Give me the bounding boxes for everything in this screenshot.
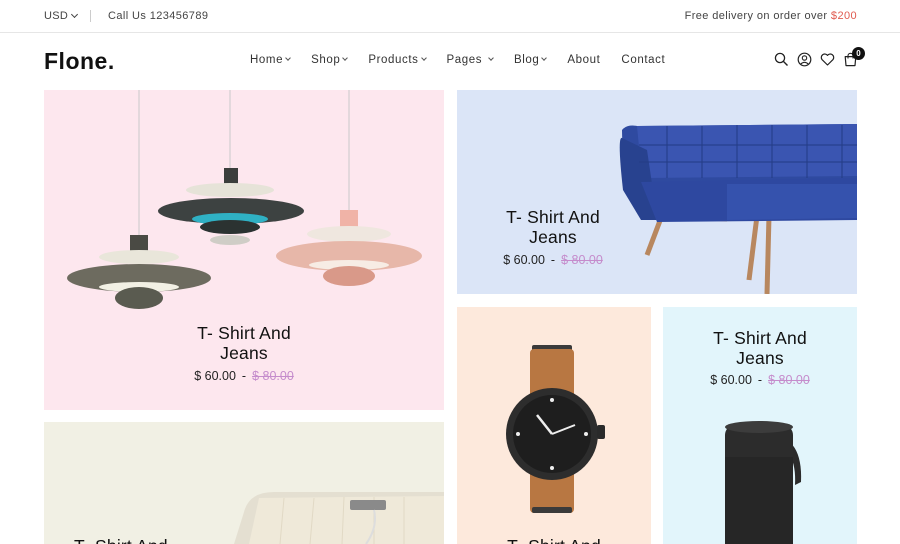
product-title[interactable]: T- Shirt And Jeans xyxy=(690,328,830,368)
current-price: $ 60.00 xyxy=(194,369,236,383)
price-separator: - xyxy=(550,253,556,267)
product-title-line2: Jeans xyxy=(736,348,784,368)
heart-icon[interactable] xyxy=(820,52,835,67)
chevron-down-icon xyxy=(342,55,349,61)
price-separator: - xyxy=(757,373,763,387)
nav-shop-label: Shop xyxy=(311,54,341,66)
product-price: $ 60.00- $ 80.00 xyxy=(483,253,623,267)
product-title-line1: T- Shirt And xyxy=(506,207,600,227)
product-card-watch[interactable]: T- Shirt And xyxy=(457,307,651,544)
product-card-lamps[interactable]: T- Shirt And Jeans $ 60.00- $ 80.00 xyxy=(44,90,444,410)
pendant-lamps-image xyxy=(67,90,422,309)
product-title-line1: T- Shirt And xyxy=(713,328,807,348)
table-image xyxy=(234,492,444,544)
currency-selector[interactable]: USD xyxy=(44,10,79,22)
search-icon[interactable] xyxy=(774,52,789,67)
chevron-down-icon xyxy=(71,10,79,19)
cart-count-badge: 0 xyxy=(852,47,865,60)
price-separator: - xyxy=(241,369,247,383)
chevron-down-icon xyxy=(285,55,291,61)
product-title[interactable]: T- Shirt And Jeans xyxy=(174,323,314,363)
product-card-sofa[interactable]: T- Shirt And Jeans $ 60.00- $ 80.00 xyxy=(457,90,857,294)
product-title-line2: Jeans xyxy=(220,343,268,363)
wristwatch-image xyxy=(506,345,605,513)
current-price: $ 60.00 xyxy=(503,253,545,267)
old-price: $ 80.00 xyxy=(768,373,810,387)
chevron-down-icon xyxy=(488,55,494,61)
nav-home-label: Home xyxy=(250,54,284,66)
free-delivery-text: Free delivery on order over $200 xyxy=(685,10,857,22)
old-price: $ 80.00 xyxy=(561,253,603,267)
account-icon[interactable] xyxy=(797,52,812,67)
old-price: $ 80.00 xyxy=(252,369,294,383)
logo[interactable]: Flone. xyxy=(44,48,115,75)
nav-contact-label: Contact xyxy=(621,54,666,66)
chevron-down-icon xyxy=(541,55,548,61)
nav-products[interactable]: Products xyxy=(368,54,427,66)
chevron-down-icon xyxy=(420,55,427,61)
nav-about[interactable]: About xyxy=(567,54,600,66)
product-price: $ 60.00- $ 80.00 xyxy=(690,373,830,387)
product-title-line1: T- Shirt And xyxy=(197,323,291,343)
top-bar: USD Call Us 123456789 Free delivery on o… xyxy=(0,0,900,33)
nav-home[interactable]: Home xyxy=(250,54,291,66)
product-card-speaker[interactable]: T- Shirt And Jeans $ 60.00- $ 80.00 xyxy=(663,307,857,544)
product-title-line2: Jeans xyxy=(529,227,577,247)
product-title[interactable]: T- Shirt And xyxy=(484,536,624,544)
product-title[interactable]: T- Shirt And xyxy=(74,536,214,544)
main-nav: Home Shop Products Pages Blog About Cont… xyxy=(250,54,686,66)
nav-about-label: About xyxy=(567,54,601,66)
product-card-table[interactable]: T- Shirt And xyxy=(44,422,444,544)
current-price: $ 60.00 xyxy=(710,373,752,387)
currency-label: USD xyxy=(44,10,69,22)
product-title[interactable]: T- Shirt And Jeans xyxy=(483,207,623,247)
nav-contact[interactable]: Contact xyxy=(621,54,665,66)
nav-blog[interactable]: Blog xyxy=(513,54,548,66)
header-icons xyxy=(774,52,858,67)
nav-products-label: Products xyxy=(368,54,419,66)
divider xyxy=(90,10,91,22)
call-us-text: Call Us 123456789 xyxy=(108,10,209,22)
free-delivery-amount: $200 xyxy=(830,10,857,22)
nav-blog-label: Blog xyxy=(513,54,540,66)
product-price: $ 60.00- $ 80.00 xyxy=(174,369,314,383)
nav-shop[interactable]: Shop xyxy=(311,54,349,66)
nav-pages-label: Pages xyxy=(446,54,483,66)
free-delivery-label: Free delivery on order over xyxy=(684,10,831,22)
nav-pages[interactable]: Pages xyxy=(446,54,494,66)
